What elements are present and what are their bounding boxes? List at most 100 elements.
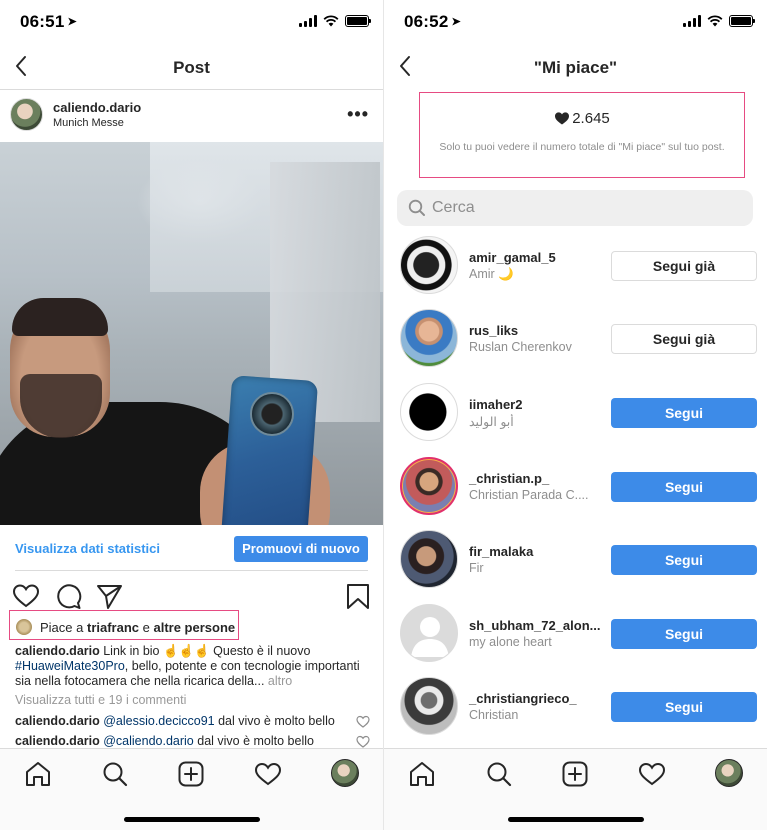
avatar[interactable] xyxy=(400,236,458,294)
likes-count-box: 2.645 Solo tu puoi vedere il numero tota… xyxy=(419,92,745,178)
battery-icon xyxy=(729,15,755,27)
activity-heart-icon[interactable] xyxy=(254,761,282,787)
follow-button[interactable]: Segui xyxy=(611,692,757,722)
share-send-icon[interactable] xyxy=(95,582,123,610)
liked-by-text: Piace a triafranc e altre persone xyxy=(40,620,236,635)
promote-again-button[interactable]: Promuovi di nuovo xyxy=(234,536,368,562)
caption-username[interactable]: caliendo.dario xyxy=(15,644,100,658)
other-likers-link[interactable]: altre persone xyxy=(153,620,235,635)
list-item[interactable]: sh_ubham_72_alon... my alone heart Segui xyxy=(384,597,767,670)
list-item[interactable]: _christiangrieco_ Christian Segui xyxy=(384,670,767,743)
comment-row: caliendo.dario @alessio.decicco91 dal vi… xyxy=(15,714,370,728)
avatar[interactable] xyxy=(400,457,458,515)
location-arrow-icon: ➤ xyxy=(451,16,461,28)
view-all-comments-link[interactable]: Visualizza tutti e 19 i commenti xyxy=(15,693,186,707)
divider xyxy=(15,570,368,571)
profile-avatar-tab[interactable] xyxy=(331,759,359,787)
avatar[interactable] xyxy=(400,677,458,735)
status-time: 06:51 ➤ xyxy=(20,12,77,31)
status-bar: 06:52 ➤ xyxy=(384,0,767,44)
tab-bar xyxy=(384,748,767,830)
likes-screen: 06:52 ➤ "Mi piace" 2.645 Solo tu puoi ved… xyxy=(384,0,767,830)
page-title: Post xyxy=(173,58,210,77)
post-location[interactable]: Munich Messe xyxy=(53,117,124,129)
user-handle[interactable]: _christiangrieco_ xyxy=(469,691,577,706)
user-handle[interactable]: fir_malaka xyxy=(469,544,533,559)
home-indicator xyxy=(507,817,644,822)
user-handle[interactable]: _christian.p_ xyxy=(469,471,549,486)
user-handle[interactable]: sh_ubham_72_alon... xyxy=(469,618,601,633)
user-fullname: my alone heart xyxy=(469,635,552,649)
search-bar[interactable] xyxy=(397,190,753,226)
status-time: 06:52 ➤ xyxy=(404,12,461,31)
battery-icon xyxy=(345,15,371,27)
user-fullname: Fir xyxy=(469,561,484,575)
home-icon[interactable] xyxy=(24,761,52,787)
liked-by-box[interactable]: Piace a triafranc e altre persone xyxy=(9,610,239,640)
cellular-signal-icon xyxy=(683,15,701,27)
more-options-icon[interactable]: ••• xyxy=(347,104,369,125)
user-fullname: Christian xyxy=(469,708,519,722)
avatar[interactable] xyxy=(400,309,458,367)
page-title: "Mi piace" xyxy=(533,58,618,77)
like-heart-icon[interactable] xyxy=(12,582,40,610)
post-screen: 06:51 ➤ Post caliendo.dario Munich Messe … xyxy=(0,0,383,830)
list-item[interactable]: _christian.p_ Christian Parada C.... Seg… xyxy=(384,450,767,523)
search-icon[interactable] xyxy=(485,761,513,787)
insights-row: Visualizza dati statistici Promuovi di n… xyxy=(0,526,383,570)
user-fullname: Amir 🌙 xyxy=(469,267,514,281)
comment-like-icon[interactable] xyxy=(356,735,370,748)
post-header: caliendo.dario Munich Messe ••• xyxy=(0,90,383,142)
list-item[interactable]: amir_gamal_5 Amir 🌙 Segui già xyxy=(384,229,767,302)
activity-heart-icon[interactable] xyxy=(638,761,666,787)
tab-bar xyxy=(0,748,383,830)
wifi-icon xyxy=(323,15,339,27)
comment-row: caliendo.dario @caliendo.dario dal vivo … xyxy=(15,734,370,748)
header: "Mi piace" xyxy=(384,44,767,90)
bookmark-icon[interactable] xyxy=(344,582,372,610)
post-username[interactable]: caliendo.dario xyxy=(53,100,141,115)
post-actions xyxy=(0,580,383,610)
follow-button[interactable]: Segui xyxy=(611,472,757,502)
new-post-icon[interactable] xyxy=(561,761,589,787)
user-handle[interactable]: amir_gamal_5 xyxy=(469,250,556,265)
user-fullname: أبو الوليد xyxy=(469,415,514,429)
liker-username[interactable]: triafranc xyxy=(87,620,139,635)
profile-avatar-tab[interactable] xyxy=(715,759,743,787)
list-item[interactable]: fir_malaka Fir Segui xyxy=(384,523,767,596)
avatar[interactable] xyxy=(400,383,458,441)
status-bar: 06:51 ➤ xyxy=(0,0,383,44)
avatar[interactable] xyxy=(400,530,458,588)
default-avatar-icon[interactable] xyxy=(400,604,458,662)
view-insights-link[interactable]: Visualizza dati statistici xyxy=(15,541,160,556)
list-item[interactable]: rus_liks Ruslan Cherenkov Segui già xyxy=(384,302,767,375)
likes-privacy-note: Solo tu puoi vedere il numero totale di … xyxy=(439,141,725,153)
avatar[interactable] xyxy=(10,98,43,131)
home-indicator xyxy=(123,817,260,822)
comment-icon[interactable] xyxy=(54,582,82,610)
search-input[interactable] xyxy=(432,190,732,226)
heart-filled-icon xyxy=(555,112,570,125)
location-arrow-icon: ➤ xyxy=(67,16,77,28)
search-icon[interactable] xyxy=(101,761,129,787)
follow-button[interactable]: Segui xyxy=(611,619,757,649)
likes-count: 2.645 xyxy=(420,110,744,127)
new-post-icon[interactable] xyxy=(177,761,205,787)
user-handle[interactable]: rus_liks xyxy=(469,323,518,338)
user-fullname: Christian Parada C.... xyxy=(469,488,589,502)
search-icon xyxy=(408,199,425,216)
home-icon[interactable] xyxy=(408,761,436,787)
list-item[interactable]: iimaher2 أبو الوليد Segui xyxy=(384,376,767,449)
following-button[interactable]: Segui già xyxy=(611,251,757,281)
follow-button[interactable]: Segui xyxy=(611,398,757,428)
caption-more-link[interactable]: altro xyxy=(268,674,292,688)
cellular-signal-icon xyxy=(299,15,317,27)
follow-button[interactable]: Segui xyxy=(611,545,757,575)
user-fullname: Ruslan Cherenkov xyxy=(469,340,572,354)
comment-like-icon[interactable] xyxy=(356,715,370,728)
following-button[interactable]: Segui già xyxy=(611,324,757,354)
user-handle[interactable]: iimaher2 xyxy=(469,397,522,412)
wifi-icon xyxy=(707,15,723,27)
post-photo[interactable] xyxy=(0,142,383,525)
caption-hashtag[interactable]: #HuaweiMate30Pro xyxy=(15,659,125,673)
